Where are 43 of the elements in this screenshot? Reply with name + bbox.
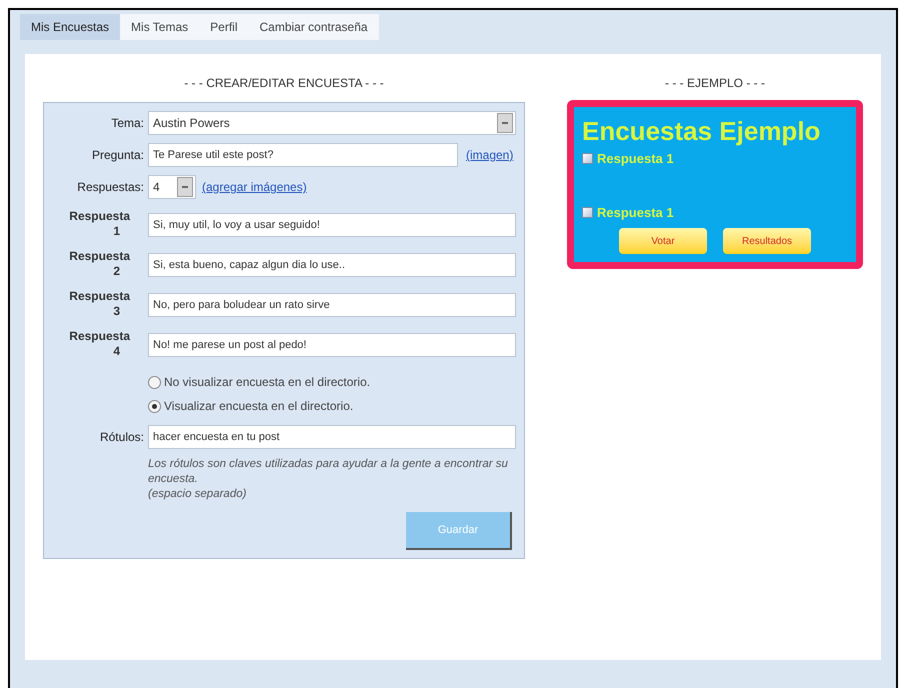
tab[interactable]: Mis Encuestas — [20, 14, 120, 40]
radio-button[interactable] — [148, 376, 161, 388]
tab[interactable]: Mis Temas — [120, 14, 200, 40]
poll-button[interactable]: Resultados — [723, 228, 811, 254]
radio-button[interactable] — [148, 400, 161, 412]
poll-button[interactable]: Votar — [619, 228, 707, 254]
option-label: Respuesta 1 — [597, 150, 674, 168]
answer-field[interactable]: Si, muy util, lo voy a usar seguido! — [148, 213, 516, 237]
hint-text: Los rótulos son claves utilizadas para ayudar a la gente a encontrar su encuesta. — [148, 457, 509, 487]
answer-label: Respuesta — [69, 249, 130, 264]
answer-number: 4 — [113, 344, 121, 359]
answer-number: 3 — [113, 304, 121, 319]
section-heading: - - - CREAR/EDITAR ENCUESTA - - - — [183, 75, 385, 92]
answer-label: Respuesta — [69, 209, 130, 224]
add-images-link[interactable]: (agregar imágenes) — [202, 178, 307, 196]
poll-title: Encuestas Ejemplo — [582, 115, 822, 147]
tags-field[interactable]: hacer encuesta en tu post — [148, 425, 516, 449]
answer-label: Respuesta — [69, 289, 130, 304]
topic-dropdown[interactable]: Austin Powers — [148, 111, 516, 135]
answer-label: Respuesta — [69, 329, 130, 344]
field-label: Rótulos: — [98, 429, 144, 446]
field-label: Pregunta: — [90, 147, 144, 164]
dropdown-value: Austin Powers — [153, 115, 230, 132]
radio-label: No visualizar encuesta en el directorio. — [164, 374, 370, 391]
section-heading: - - - EJEMPLO - - - — [664, 75, 766, 92]
answer-number: 1 — [113, 224, 121, 239]
dropdown-value: 4 — [153, 179, 160, 196]
image-link[interactable]: (imagen) — [466, 146, 514, 164]
answer-field[interactable]: No! me parese un post al pedo! — [148, 333, 516, 357]
field-label: Tema: — [110, 115, 144, 132]
field-label: Respuestas: — [76, 179, 144, 196]
question-field[interactable]: Te Parese util este post? — [148, 143, 458, 167]
answer-count-dropdown[interactable]: 4 — [148, 175, 196, 199]
answer-field[interactable]: No, pero para boludear un rato sirve — [148, 293, 516, 317]
tab[interactable]: Cambiar contraseña — [248, 14, 379, 40]
option-label: Respuesta 1 — [597, 204, 674, 222]
tab[interactable]: Perfil — [199, 14, 248, 40]
hint-text: (espacio separado) — [148, 487, 248, 502]
answer-number: 2 — [113, 264, 121, 279]
checkbox[interactable] — [582, 206, 593, 218]
checkbox[interactable] — [582, 153, 593, 164]
radio-label: Visualizar encuesta en el directorio. — [164, 398, 354, 415]
answer-field[interactable]: Si, esta bueno, capaz algun dia lo use.. — [148, 253, 516, 277]
